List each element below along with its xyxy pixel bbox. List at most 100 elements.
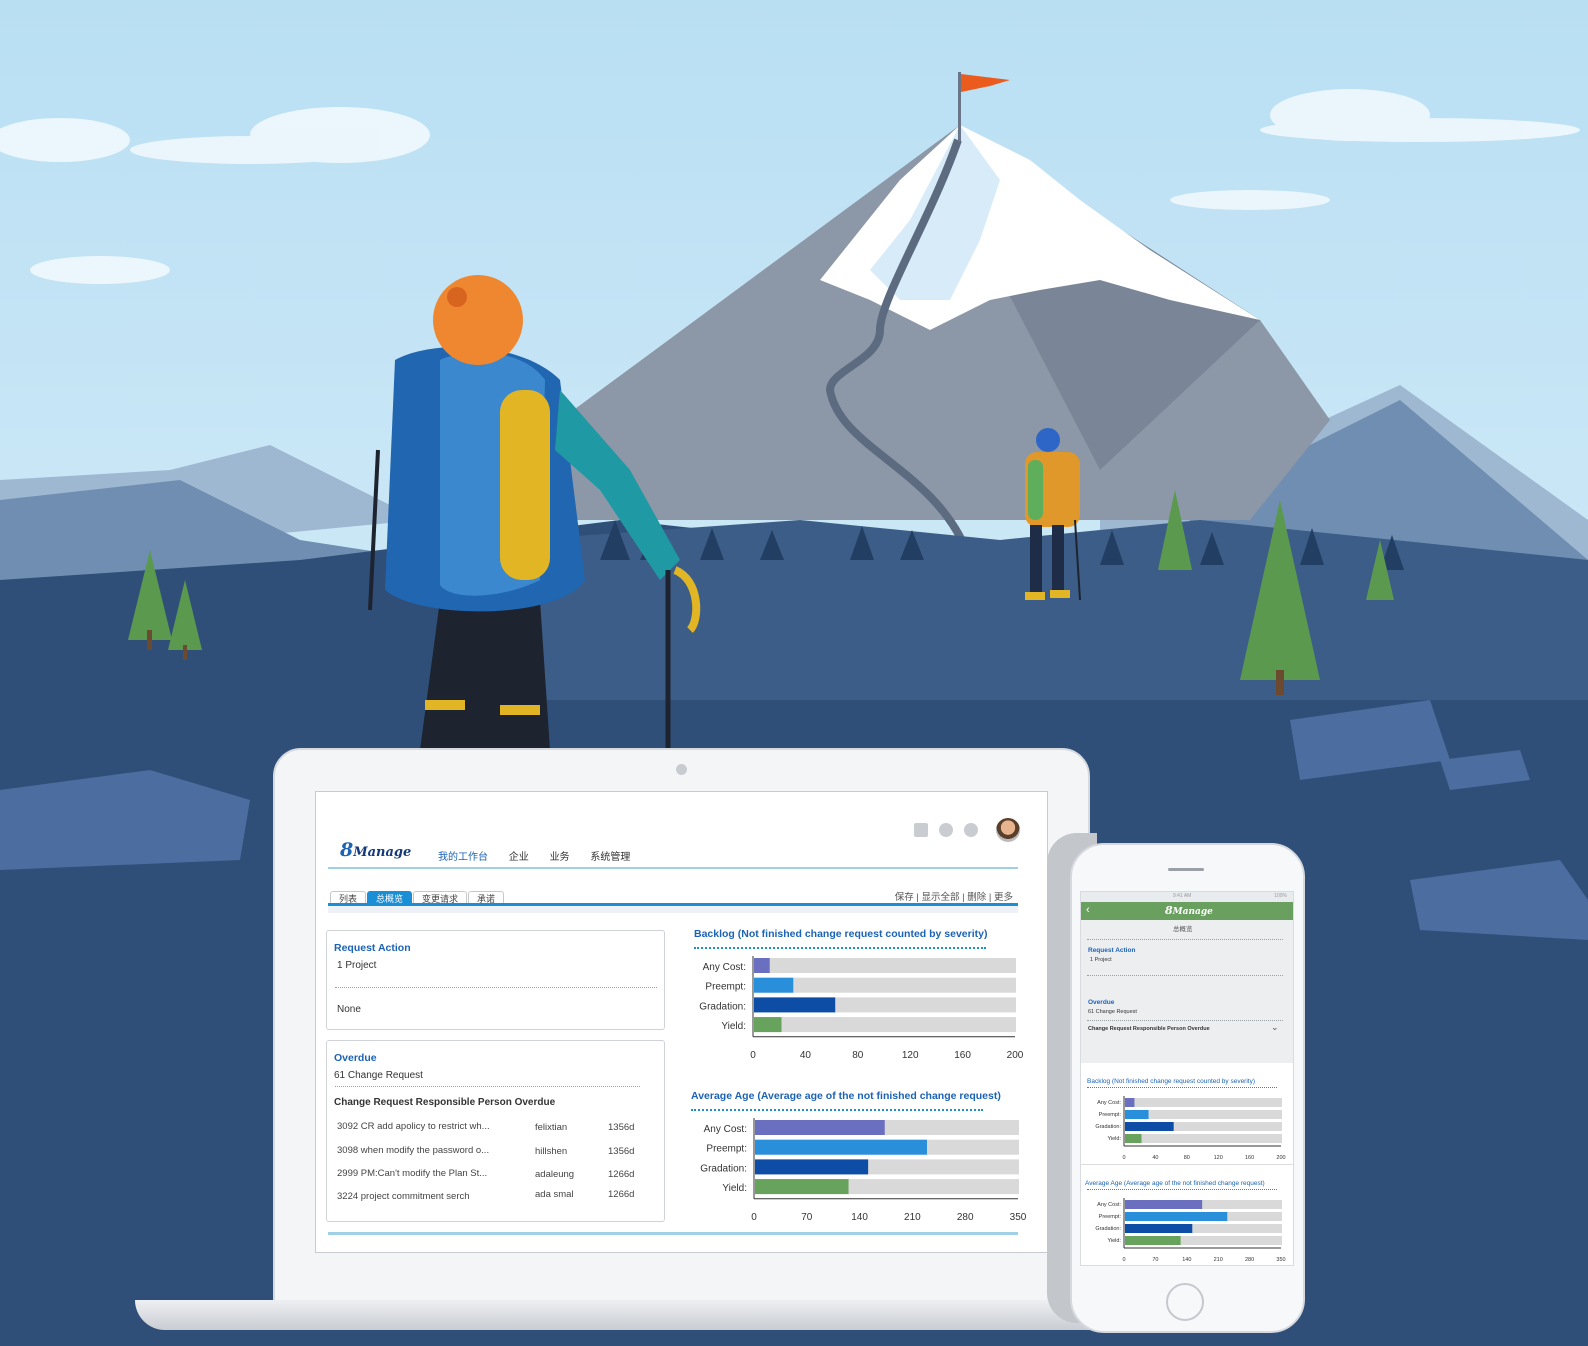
request-action-empty: None (337, 1004, 361, 1015)
grid-icon[interactable] (914, 823, 928, 837)
request-action-title[interactable]: Request Action (334, 942, 411, 954)
bar[interactable] (1125, 1134, 1142, 1143)
status-time: 9:41 AM (1173, 893, 1192, 899)
mobile-app-screen: 9:41 AM 100% ‹ 8Manage 总概览 Request Actio… (1080, 891, 1294, 1266)
nav-item-business[interactable]: 业务 (550, 852, 570, 863)
tick-label: 120 (1214, 1155, 1223, 1160)
mobile-overdue-count: 61 Change Request (1088, 1009, 1137, 1015)
bar[interactable] (754, 977, 794, 993)
bar-track (1125, 1110, 1282, 1119)
row-person: felixtian (535, 1122, 568, 1133)
mobile-average-age-title: Average Age (Average age of the not fini… (1085, 1180, 1265, 1187)
divider (335, 987, 657, 988)
bar[interactable] (1125, 1212, 1228, 1221)
category-label: Any Cost: (1097, 1202, 1121, 1208)
bar[interactable] (1125, 1098, 1135, 1107)
nav-item-workbench[interactable]: 我的工作台 (438, 852, 488, 863)
mobile-summary-area: 总概览 Request Action 1 Project Overdue 61 … (1081, 920, 1293, 1063)
tick-label: 280 (957, 1212, 974, 1222)
settings-icon[interactable] (964, 823, 978, 837)
app-logo[interactable]: 8Manage (340, 839, 411, 861)
tick-label: 140 (851, 1212, 868, 1222)
phone-home-button[interactable] (1166, 1283, 1204, 1321)
category-label: Yield: (722, 1183, 747, 1194)
average-age-chart-title: Average Age (Average age of the not fini… (691, 1090, 1001, 1102)
divider (1087, 1020, 1283, 1021)
tick-label: 80 (1184, 1155, 1190, 1160)
help-icon[interactable] (939, 823, 953, 837)
bar[interactable] (755, 1139, 927, 1155)
mobile-backlog-title: Backlog (Not finished change request cou… (1087, 1078, 1256, 1085)
tick-label: 210 (904, 1212, 921, 1222)
row-person: ada smal (535, 1189, 574, 1200)
overdue-panel: Overdue 61 Change Request Change Request… (326, 1040, 665, 1222)
chevron-down-icon[interactable]: ⌄ (1271, 1022, 1279, 1033)
average-age-bar-chart: Any Cost: Preempt: Gradation: Yield: 0 70 140 2… (700, 1118, 1027, 1222)
tick-label: 70 (801, 1212, 813, 1222)
category-label: Preempt: (705, 982, 746, 993)
overdue-title[interactable]: Overdue (334, 1052, 377, 1064)
mobile-backlog-bar-chart: Any Cost: Preempt: Gradation: Yield: 0 40 80 12… (1095, 1096, 1286, 1160)
category-label: Preempt: (706, 1144, 747, 1155)
category-label: Gradation: (1095, 1124, 1121, 1130)
tick-label: 200 (1276, 1155, 1285, 1160)
row-item[interactable]: 3224 project commitment serch (337, 1191, 470, 1202)
divider (1087, 975, 1283, 976)
toolbar-actions[interactable]: 保存 | 显示全部 | 删除 | 更多 (895, 889, 1013, 903)
chart-divider (691, 1109, 983, 1111)
bar[interactable] (754, 997, 836, 1013)
bar[interactable] (1125, 1236, 1181, 1245)
bar[interactable] (1125, 1110, 1149, 1119)
chart-divider (1087, 1087, 1277, 1088)
bar[interactable] (1125, 1200, 1203, 1209)
bar-track (1125, 1134, 1282, 1143)
nav-item-enterprise[interactable]: 企业 (509, 852, 529, 863)
bar[interactable] (754, 1017, 782, 1033)
bar-track (754, 958, 1016, 973)
nav-item-system-admin[interactable]: 系统管理 (590, 852, 630, 863)
tick-label: 160 (1245, 1155, 1254, 1160)
request-action-panel: Request Action 1 Project None (326, 930, 665, 1030)
bar-track (754, 1017, 1016, 1033)
category-label: Yield: (1107, 1136, 1121, 1142)
bar[interactable] (1125, 1122, 1174, 1131)
backlog-bar-chart: Any Cost: Preempt: Gradation: Yield: 0 40 80 12… (699, 956, 1024, 1060)
bar[interactable] (755, 1120, 885, 1135)
tab-underline-shade (328, 906, 1018, 913)
tick-label: 200 (1007, 1050, 1024, 1060)
tick-label: 0 (1122, 1155, 1125, 1160)
bar[interactable] (754, 958, 770, 973)
tick-label: 40 (1152, 1155, 1158, 1160)
mobile-request-action-count: 1 Project (1090, 957, 1112, 963)
tick-label: 0 (1122, 1257, 1125, 1262)
row-age: 1266d (608, 1169, 635, 1180)
mobile-overdue-title[interactable]: Overdue (1088, 999, 1114, 1006)
row-item[interactable]: 3092 CR add apolicy to restrict wh... (337, 1121, 490, 1132)
user-avatar[interactable] (996, 818, 1020, 842)
tick-label: 70 (1152, 1257, 1158, 1262)
category-label: Gradation: (700, 1163, 747, 1174)
bar[interactable] (755, 1179, 849, 1195)
chart-divider (1087, 1189, 1277, 1190)
category-label: Any Cost: (704, 1124, 747, 1135)
phone-speaker (1168, 868, 1204, 871)
back-chevron-icon[interactable]: ‹ (1086, 904, 1090, 916)
footer-line (328, 1232, 1018, 1235)
mobile-request-action-title[interactable]: Request Action (1088, 947, 1135, 954)
category-label: Yield: (721, 1021, 746, 1032)
mobile-average-age-bar-chart: Any Cost: Preempt: Gradation: Yield: 0 70 140 2… (1095, 1198, 1286, 1262)
row-item[interactable]: 3098 when modify the password o... (337, 1145, 489, 1156)
request-action-count: 1 Project (337, 960, 377, 971)
tick-label: 350 (1276, 1257, 1285, 1262)
row-item[interactable]: 2999 PM:Can't modify the Plan St... (337, 1168, 487, 1179)
bar[interactable] (755, 1159, 869, 1175)
row-person: adaleung (535, 1169, 575, 1180)
row-age: 1356d (608, 1146, 635, 1157)
mobile-header: ‹ 8Manage (1081, 902, 1293, 920)
tick-label: 280 (1245, 1257, 1254, 1262)
tick-label: 0 (751, 1212, 757, 1222)
bar[interactable] (1125, 1224, 1193, 1233)
chart-divider (694, 947, 986, 949)
tick-label: 120 (902, 1050, 919, 1060)
bar-track (1125, 1098, 1282, 1107)
